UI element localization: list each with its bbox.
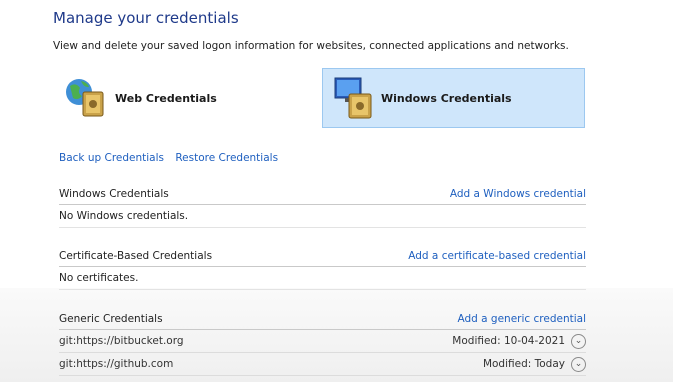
windows-credentials-tab[interactable]: Windows Credentials: [322, 68, 585, 128]
windows-credentials-empty: No Windows credentials.: [59, 205, 586, 228]
certificate-credentials-section: Certificate-Based Credentials Add a cert…: [59, 246, 586, 290]
windows-credentials-header: Windows Credentials Add a Windows creden…: [59, 184, 586, 205]
generic-credentials-section: Generic Credentials Add a generic creden…: [59, 309, 586, 376]
certificate-credentials-header: Certificate-Based Credentials Add a cert…: [59, 246, 586, 267]
expand-chevron-icon[interactable]: ⌄: [571, 333, 586, 349]
credential-modified: Modified: 10-04-2021: [452, 335, 565, 347]
certificate-credentials-empty: No certificates.: [59, 267, 586, 290]
credential-modified: Modified: Today: [482, 358, 565, 370]
credential-row[interactable]: git:https://bitbucket.org Modified: 10-0…: [59, 330, 586, 353]
add-generic-credential-link[interactable]: Add a generic credential: [457, 313, 586, 325]
page-description: View and delete your saved logon informa…: [53, 40, 569, 52]
restore-credentials-link[interactable]: Restore Credentials: [175, 152, 278, 164]
web-credentials-label: Web Credentials: [115, 91, 217, 105]
add-certificate-credential-link[interactable]: Add a certificate-based credential: [408, 250, 586, 262]
expand-chevron-icon[interactable]: ⌄: [571, 356, 586, 372]
generic-credentials-header: Generic Credentials Add a generic creden…: [59, 309, 586, 330]
section-title: Generic Credentials: [59, 313, 163, 325]
windows-credentials-icon: [327, 72, 381, 124]
page-title: Manage your credentials: [53, 9, 239, 27]
add-windows-credential-link[interactable]: Add a Windows credential: [450, 188, 586, 200]
windows-credentials-label: Windows Credentials: [381, 91, 512, 105]
backup-restore-links: Back up Credentials Restore Credentials: [59, 152, 286, 164]
web-credentials-tab[interactable]: Web Credentials: [57, 68, 320, 128]
section-title: Windows Credentials: [59, 188, 169, 200]
credential-name: git:https://github.com: [59, 358, 174, 370]
section-title: Certificate-Based Credentials: [59, 250, 213, 262]
web-credentials-icon: [61, 72, 115, 124]
credential-meta: Modified: Today ⌄: [482, 356, 586, 372]
credential-name: git:https://bitbucket.org: [59, 335, 184, 347]
credential-manager: Manage your credentials View and delete …: [0, 0, 673, 382]
credential-row[interactable]: git:https://github.com Modified: Today ⌄: [59, 353, 586, 376]
credential-meta: Modified: 10-04-2021 ⌄: [452, 333, 586, 349]
windows-credentials-section: Windows Credentials Add a Windows creden…: [59, 184, 586, 228]
backup-credentials-link[interactable]: Back up Credentials: [59, 152, 164, 164]
